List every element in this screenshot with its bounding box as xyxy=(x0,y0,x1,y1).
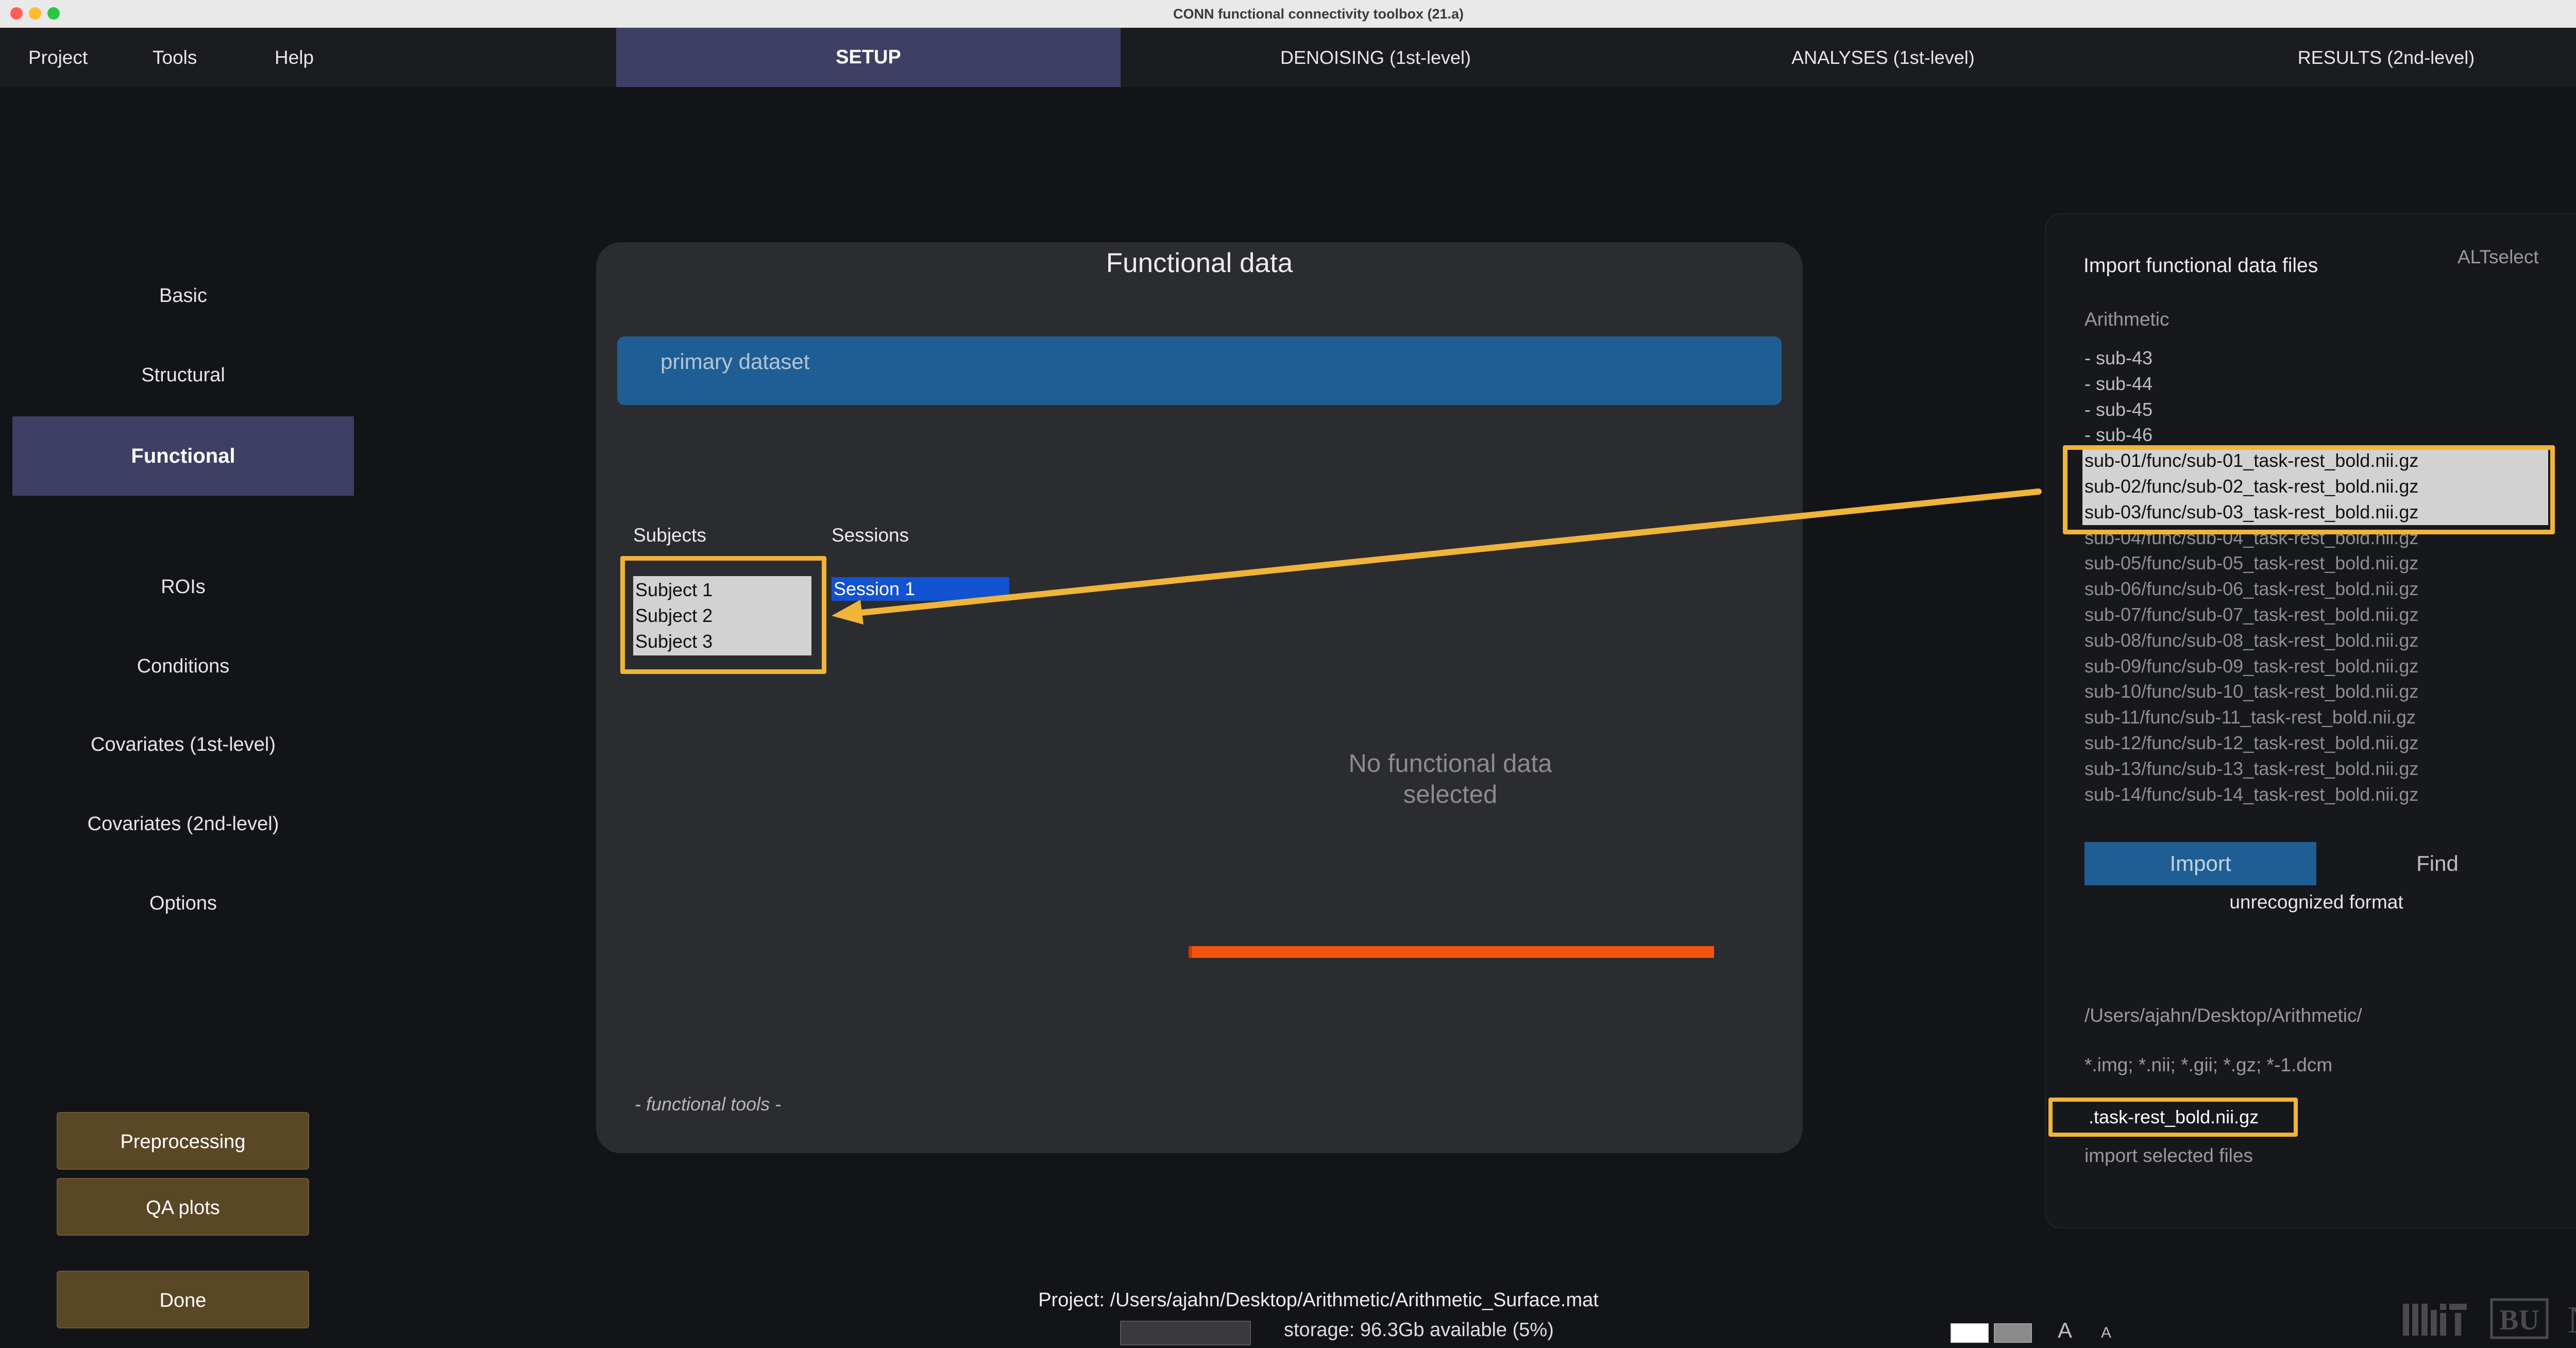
preprocessing-button[interactable]: Preprocessing xyxy=(57,1112,309,1170)
progress-bar xyxy=(1189,946,1714,958)
sessions-list[interactable]: Session 1 xyxy=(832,577,1009,601)
file-item[interactable]: sub-06/func/sub-06_task-rest_bold.nii.gz xyxy=(2084,576,2548,602)
svg-text:N: N xyxy=(2567,1299,2576,1340)
theme-light-swatch[interactable] xyxy=(1951,1323,1989,1343)
subjects-highlight-frame xyxy=(620,556,826,674)
folder-item[interactable]: - sub-44 xyxy=(2084,371,2548,397)
sidebar-item-conditions[interactable]: Conditions xyxy=(12,627,354,706)
sessions-header: Sessions xyxy=(832,525,909,546)
folder-path[interactable]: /Users/ajahn/Desktop/Arithmetic/ xyxy=(2084,1005,2362,1026)
conn-app-window: CONN functional connectivity toolbox (21… xyxy=(0,0,2576,1348)
svg-text:BU: BU xyxy=(2499,1304,2539,1336)
file-item[interactable]: sub-08/func/sub-08_task-rest_bold.nii.gz xyxy=(2084,628,2548,653)
tab-setup[interactable]: SETUP xyxy=(616,28,1121,87)
font-size-increase[interactable]: A xyxy=(2058,1318,2072,1343)
window-title: CONN functional connectivity toolbox (21… xyxy=(1173,6,1464,22)
file-item[interactable]: sub-07/func/sub-07_task-rest_bold.nii.gz xyxy=(2084,602,2548,628)
format-status: unrecognized format xyxy=(2229,891,2403,913)
import-panel-title: Import functional data files xyxy=(2083,255,2318,277)
find-button[interactable]: Find xyxy=(2316,842,2558,885)
sidebar-item-structural[interactable]: Structural xyxy=(12,335,354,415)
font-size-decrease[interactable]: A xyxy=(2101,1324,2111,1342)
dataset-label: primary dataset xyxy=(660,349,810,374)
sidebar-item-rois[interactable]: ROIs xyxy=(12,547,354,627)
folder-item[interactable]: - sub-46 xyxy=(2084,422,2548,448)
folder-item[interactable]: - sub-43 xyxy=(2084,345,2548,371)
file-item[interactable]: sub-05/func/sub-05_task-rest_bold.nii.gz xyxy=(2084,550,2548,576)
tab-analyses[interactable]: ANALYSES (1st-level) xyxy=(1631,28,2136,87)
no-data-message: No functional data selected xyxy=(1348,750,1552,808)
functional-tools-menu[interactable]: - functional tools - xyxy=(635,1093,781,1115)
tab-results[interactable]: RESULTS (2nd-level) xyxy=(2136,28,2576,87)
file-item[interactable]: sub-11/func/sub-11_task-rest_bold.nii.gz xyxy=(2084,704,2548,730)
panel-title: Functional data xyxy=(1106,248,1293,278)
menu-help[interactable]: Help xyxy=(275,28,314,87)
import-button[interactable]: Import xyxy=(2084,842,2316,885)
menu-project[interactable]: Project xyxy=(28,28,88,87)
import-selected-files-button[interactable]: import selected files xyxy=(2084,1145,2253,1167)
current-folder-name: Arithmetic xyxy=(2084,309,2170,330)
window-titlebar: CONN functional connectivity toolbox (21… xyxy=(0,0,2576,28)
tab-denoising[interactable]: DENOISING (1st-level) xyxy=(1121,28,1631,87)
menu-tools[interactable]: Tools xyxy=(152,28,197,87)
file-type-filter[interactable]: *.img; *.nii; *.gii; *.gz; *-1.dcm xyxy=(2084,1054,2332,1076)
sidebar-item-functional[interactable]: Functional xyxy=(12,416,354,496)
subjects-header: Subjects xyxy=(633,525,706,546)
sidebar-item-basic[interactable]: Basic xyxy=(12,256,354,335)
filename-filter-field[interactable]: .task-rest_bold.nii.gz xyxy=(2048,1098,2298,1137)
sidebar-item-covariates-2nd[interactable]: Covariates (2nd-level) xyxy=(12,784,354,864)
file-item[interactable]: sub-09/func/sub-09_task-rest_bold.nii.gz xyxy=(2084,653,2548,679)
project-path: Project: /Users/ajahn/Desktop/Arithmetic… xyxy=(1038,1289,1599,1311)
file-item[interactable]: sub-12/func/sub-12_task-rest_bold.nii.gz xyxy=(2084,730,2548,756)
sidebar-item-options[interactable]: Options xyxy=(12,864,354,943)
mit-logo xyxy=(2403,1304,2467,1336)
storage-usage-bar xyxy=(1120,1321,1251,1345)
qa-plots-button[interactable]: QA plots xyxy=(57,1178,309,1236)
folder-item[interactable]: - sub-45 xyxy=(2084,397,2548,423)
files-highlight-frame xyxy=(2063,445,2555,534)
northeastern-logo: N xyxy=(2567,1299,2576,1340)
sidebar-item-covariates-1st[interactable]: Covariates (1st-level) xyxy=(12,705,354,784)
file-item[interactable]: sub-14/func/sub-14_task-rest_bold.nii.gz xyxy=(2084,782,2548,807)
file-item[interactable]: sub-13/func/sub-13_task-rest_bold.nii.gz xyxy=(2084,756,2548,782)
institution-logos: BU N xyxy=(2403,1298,2576,1340)
storage-status: storage: 96.3Gb available (5%) xyxy=(1284,1319,1554,1341)
session-item[interactable]: Session 1 xyxy=(832,577,1009,601)
altselect-toggle[interactable]: ALTselect xyxy=(2458,246,2539,268)
file-item[interactable]: sub-10/func/sub-10_task-rest_bold.nii.gz xyxy=(2084,679,2548,704)
theme-gray-swatch[interactable] xyxy=(1994,1323,2032,1343)
bu-logo: BU xyxy=(2490,1298,2549,1339)
file-browser-list[interactable]: - sub-43 - sub-44 - sub-45 - sub-46 sub-… xyxy=(2082,345,2548,807)
